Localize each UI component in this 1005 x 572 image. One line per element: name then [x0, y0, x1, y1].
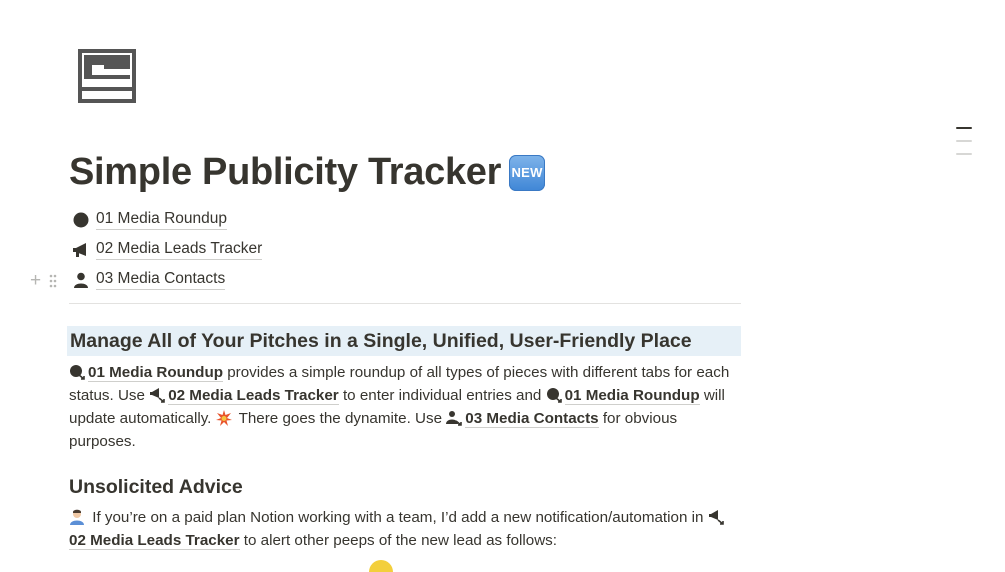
chat-arrow-icon — [546, 388, 562, 403]
window-layout-icon[interactable] — [78, 49, 136, 103]
new-badge-icon: NEW — [509, 154, 546, 191]
section-heading-advice[interactable]: Unsolicited Advice — [69, 476, 243, 499]
inline-link-media-roundup[interactable]: 01 Media Roundup — [564, 387, 700, 405]
section-heading-pitches[interactable]: Manage All of Your Pitches in a Single, … — [67, 326, 741, 356]
megaphone-icon — [72, 241, 90, 259]
drag-handle-icon[interactable] — [49, 274, 57, 288]
person-tipping-hand-icon — [70, 509, 84, 525]
circle-icon — [72, 211, 90, 229]
person-icon — [72, 271, 90, 289]
paragraph-text: If you’re on a paid plan Notion working … — [88, 509, 708, 526]
inline-link-media-contacts[interactable]: 03 Media Contacts — [465, 410, 599, 428]
page-link-media-roundup[interactable]: 01 Media Roundup — [72, 210, 227, 230]
paragraph-text: to enter individual entries and — [338, 387, 546, 404]
intro-paragraph[interactable]: 01 Media Roundup provides a simple round… — [69, 361, 741, 453]
inline-link-media-leads-tracker[interactable]: 02 Media Leads Tracker — [69, 532, 240, 550]
page-title-text[interactable]: Simple Publicity Tracker — [69, 151, 501, 194]
outline-line-active[interactable] — [956, 127, 972, 129]
outline-line[interactable] — [956, 153, 972, 155]
megaphone-arrow-icon — [150, 388, 165, 403]
add-block-icon[interactable]: + — [30, 271, 41, 290]
paragraph-text: to alert other peeps of the new lead as … — [239, 532, 557, 549]
explosion-icon — [215, 410, 232, 426]
outline-indicator[interactable] — [956, 127, 972, 166]
page-link-label[interactable]: 01 Media Roundup — [96, 210, 227, 230]
page-link-media-contacts[interactable]: 03 Media Contacts — [72, 270, 226, 290]
block-handle[interactable]: + — [30, 271, 57, 290]
page-link-label[interactable]: 02 Media Leads Tracker — [96, 240, 263, 260]
divider — [69, 303, 741, 304]
emoji-partial-icon — [369, 560, 393, 572]
page-link-media-leads-tracker[interactable]: 02 Media Leads Tracker — [72, 240, 263, 260]
inline-link-media-leads-tracker[interactable]: 02 Media Leads Tracker — [168, 387, 339, 405]
chat-arrow-icon — [70, 365, 85, 380]
person-arrow-icon — [446, 411, 463, 426]
inline-link-media-roundup[interactable]: 01 Media Roundup — [88, 364, 224, 382]
page-link-label[interactable]: 03 Media Contacts — [96, 270, 226, 290]
advice-paragraph[interactable]: If you’re on a paid plan Notion working … — [69, 506, 741, 552]
outline-line[interactable] — [956, 140, 972, 142]
megaphone-arrow-icon — [708, 510, 724, 525]
page-title[interactable]: Simple Publicity Tracker NEW — [69, 151, 546, 194]
paragraph-text: There goes the dynamite. Use — [234, 410, 447, 427]
